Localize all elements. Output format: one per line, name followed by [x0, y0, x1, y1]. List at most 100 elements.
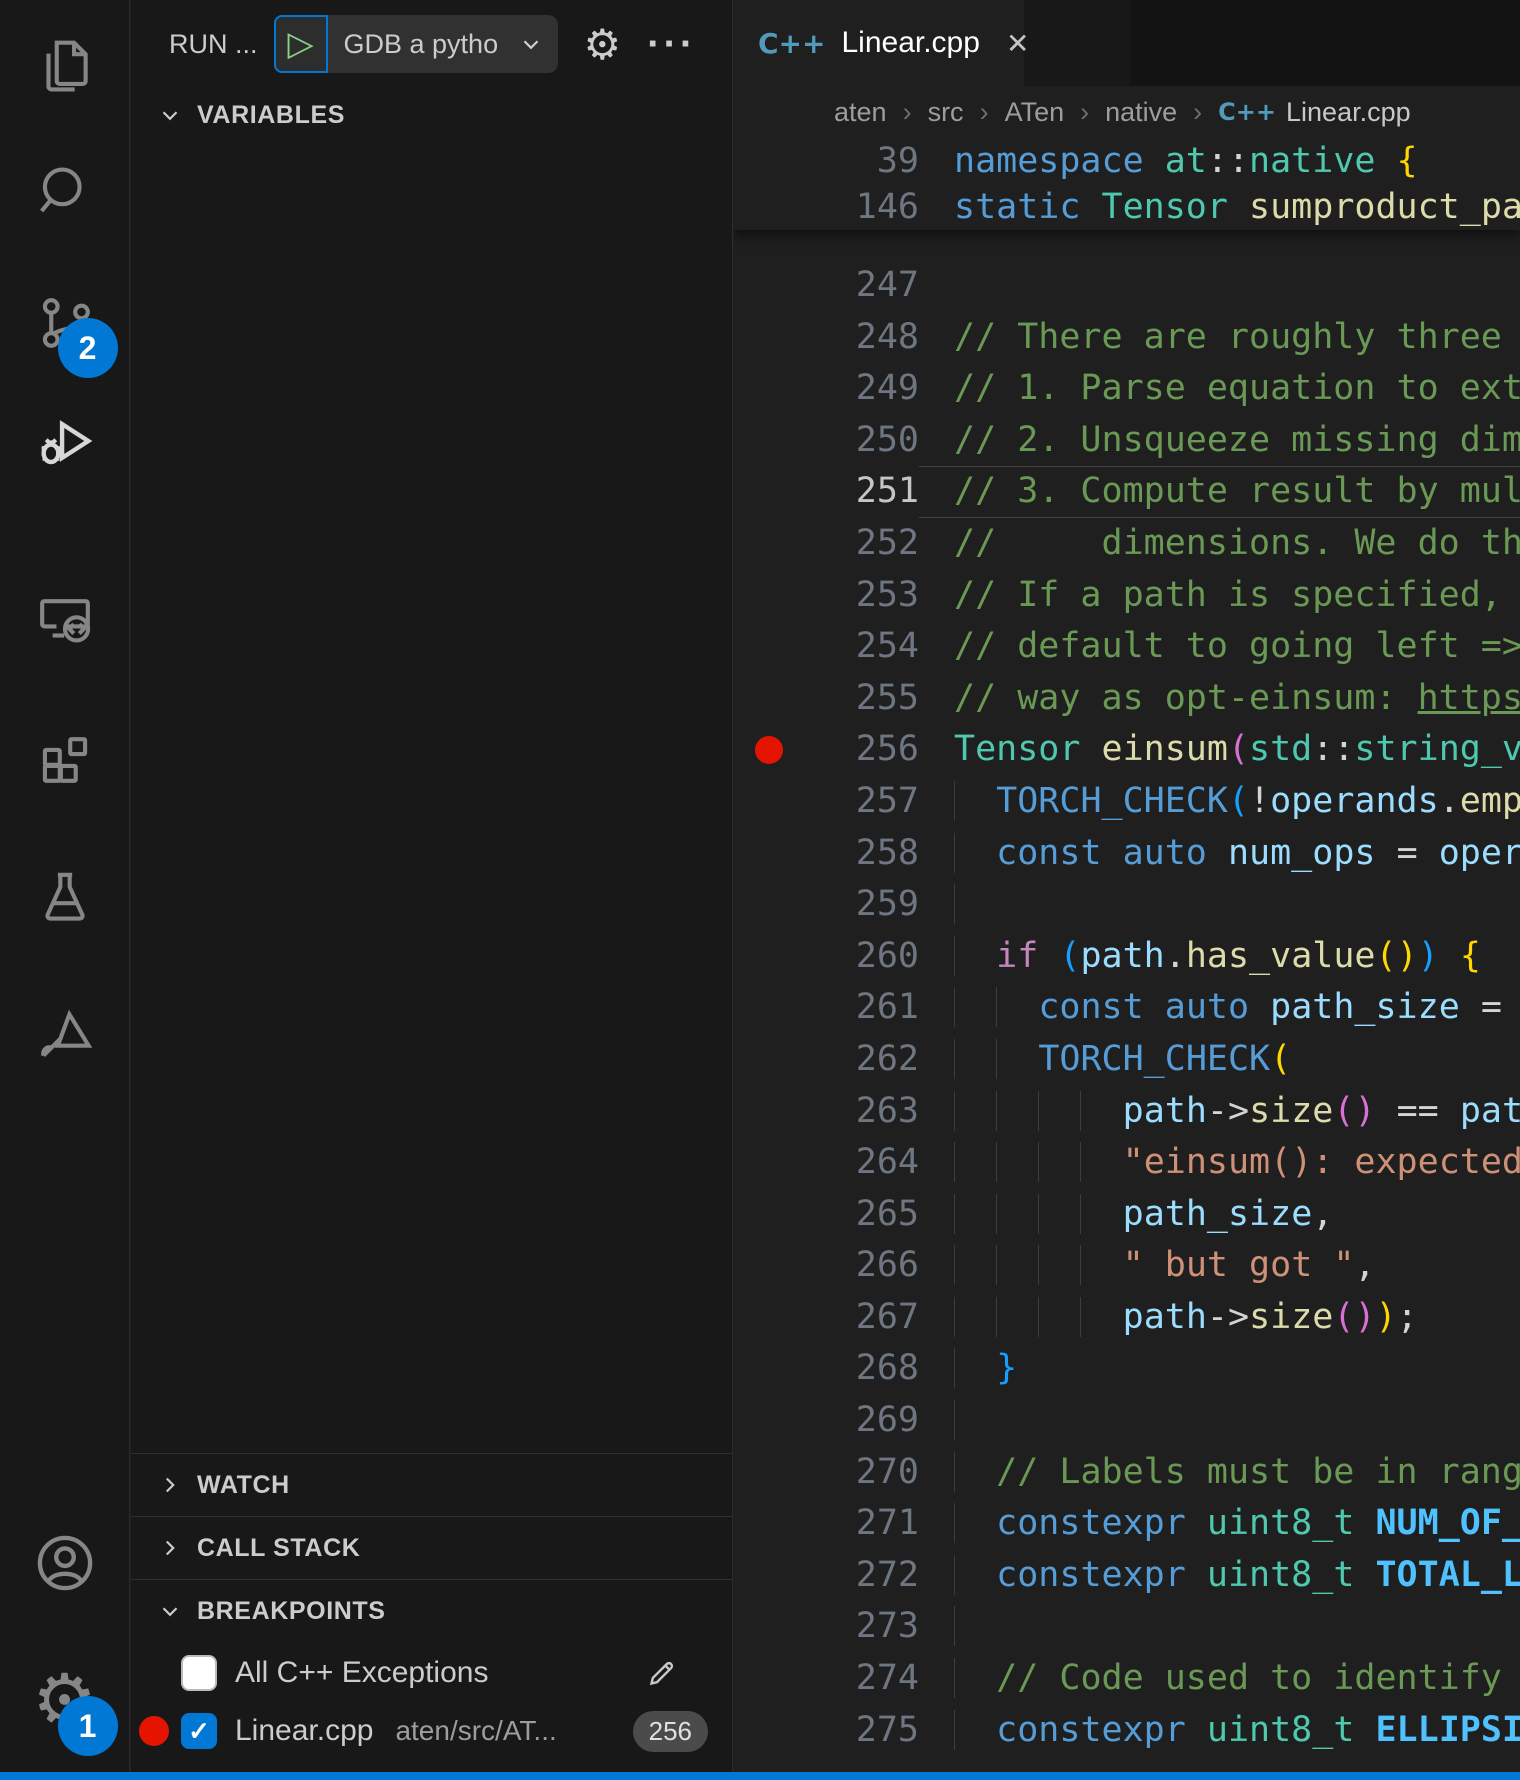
gutter-glyph[interactable]	[734, 138, 804, 184]
gutter-glyph[interactable]	[734, 466, 804, 518]
code-line-267[interactable]: 267 path->size());	[734, 1292, 1520, 1344]
gutter-glyph[interactable]	[734, 931, 804, 983]
code-line-256[interactable]: 256Tensor einsum(std::string_vie	[734, 724, 1520, 776]
gutter-glyph[interactable]	[734, 982, 804, 1034]
code-line-264[interactable]: 264 "einsum(): expected co	[734, 1137, 1520, 1189]
code-line-39[interactable]: 39namespace at::native {	[734, 138, 1520, 184]
gutter-glyph[interactable]	[734, 1034, 804, 1086]
gutter-glyph[interactable]	[734, 1137, 804, 1189]
gutter-glyph[interactable]	[734, 776, 804, 828]
code-text: // Labels must be in range	[919, 1447, 1520, 1499]
sidebar-item-tools[interactable]	[26, 994, 104, 1072]
code-line-255[interactable]: 255// way as opt-einsum: https://	[734, 673, 1520, 725]
debug-config-dropdown[interactable]: GDB a pytho	[328, 15, 558, 73]
call-stack-section-header[interactable]: CALL STACK	[131, 1516, 732, 1579]
accounts-button[interactable]	[26, 1524, 104, 1602]
gutter-glyph[interactable]	[734, 363, 804, 415]
gutter-glyph[interactable]	[734, 1189, 804, 1241]
code-line-272[interactable]: 272 constexpr uint8_t TOTAL_LA	[734, 1550, 1520, 1602]
code-line-269[interactable]: 269	[734, 1395, 1520, 1447]
gutter-glyph[interactable]	[734, 184, 804, 230]
gutter-glyph[interactable]	[734, 1447, 804, 1499]
code-line-265[interactable]: 265 path_size,	[734, 1189, 1520, 1241]
breakpoint-dot	[139, 1716, 169, 1746]
close-icon[interactable]: ✕	[1006, 27, 1029, 60]
more-actions-icon[interactable]: ···	[647, 22, 696, 67]
breakpoint-glyph[interactable]	[734, 724, 804, 776]
gutter-glyph[interactable]	[734, 312, 804, 364]
sidebar-item-explorer[interactable]	[26, 27, 104, 105]
gutter-glyph[interactable]	[734, 879, 804, 931]
line-number: 255	[804, 673, 919, 725]
debug-settings-gear-icon[interactable]: ⚙	[584, 20, 622, 69]
code-line-270[interactable]: 270 // Labels must be in range	[734, 1447, 1520, 1499]
gutter-glyph[interactable]	[734, 415, 804, 467]
code-line-253[interactable]: 253// If a path is specified, we	[734, 570, 1520, 622]
watch-section-header[interactable]: WATCH	[131, 1453, 732, 1516]
line-number: 272	[804, 1550, 919, 1602]
variables-section-header[interactable]: VARIABLES	[131, 88, 732, 142]
settings-button[interactable]: ⚙ 1	[26, 1662, 104, 1740]
code-line-263[interactable]: 263 path->size() == path	[734, 1086, 1520, 1138]
code-line-257[interactable]: 257 TORCH_CHECK(!operands.empty	[734, 776, 1520, 828]
sidebar-item-search[interactable]	[26, 152, 104, 230]
gutter-glyph[interactable]	[734, 1498, 804, 1550]
breakpoint-row-linear[interactable]: ✓ Linear.cpp aten/src/AT... 256	[131, 1702, 732, 1760]
gutter-glyph[interactable]	[734, 1240, 804, 1292]
breakpoint-checkbox[interactable]: ✓	[181, 1713, 217, 1749]
gutter-glyph[interactable]	[734, 1550, 804, 1602]
gutter-glyph[interactable]	[734, 1086, 804, 1138]
breakpoint-row-exceptions[interactable]: All C++ Exceptions	[131, 1644, 732, 1702]
code-line-259[interactable]: 259	[734, 879, 1520, 931]
breadcrumb-item[interactable]: aten	[834, 97, 887, 128]
tab-linear-cpp[interactable]: C++ Linear.cpp ✕	[734, 0, 1024, 86]
gutter-glyph[interactable]	[734, 1601, 804, 1653]
code-line-251[interactable]: 251// 3. Compute result by multi	[734, 466, 1520, 518]
gutter-glyph[interactable]	[734, 1395, 804, 1447]
gutter-glyph[interactable]	[734, 570, 804, 622]
gutter-glyph[interactable]	[734, 621, 804, 673]
breadcrumb-item[interactable]: ATen	[1005, 97, 1065, 128]
gutter-glyph[interactable]	[734, 1705, 804, 1757]
edit-pencil-icon[interactable]	[644, 1655, 680, 1691]
code-area[interactable]: 247248// There are roughly three par249/…	[734, 138, 1520, 1764]
code-line-146[interactable]: 146static Tensor sumproduct_pair(const	[734, 184, 1520, 230]
gutter-glyph[interactable]	[734, 1343, 804, 1395]
sidebar-item-remote-explorer[interactable]	[26, 580, 104, 658]
code-line-248[interactable]: 248// There are roughly three par	[734, 312, 1520, 364]
code-text: // 3. Compute result by multi	[919, 466, 1520, 518]
code-line-271[interactable]: 271 constexpr uint8_t NUM_OF_L	[734, 1498, 1520, 1550]
code-line-273[interactable]: 273	[734, 1601, 1520, 1653]
code-line-266[interactable]: 266 " but got ",	[734, 1240, 1520, 1292]
sidebar-item-testing[interactable]	[26, 857, 104, 935]
breadcrumb-item-file[interactable]: C++Linear.cpp	[1218, 97, 1410, 128]
code-line-262[interactable]: 262 TORCH_CHECK(	[734, 1034, 1520, 1086]
breadcrumb-item[interactable]: native	[1105, 97, 1177, 128]
gutter-glyph[interactable]	[734, 518, 804, 570]
sidebar-item-run-and-debug[interactable]	[26, 402, 104, 480]
code-line-261[interactable]: 261 const auto path_size =	[734, 982, 1520, 1034]
tab-bar-empty-area	[1130, 0, 1520, 86]
gutter-glyph[interactable]	[734, 673, 804, 725]
sidebar-item-extensions[interactable]	[26, 717, 104, 795]
breakpoints-section-header[interactable]: BREAKPOINTS	[131, 1579, 732, 1642]
status-bar[interactable]	[0, 1772, 1520, 1780]
breadcrumb-item[interactable]: src	[928, 97, 964, 128]
code-line-268[interactable]: 268 }	[734, 1343, 1520, 1395]
code-line-274[interactable]: 274 // Code used to identify	[734, 1653, 1520, 1705]
code-line-258[interactable]: 258 const auto num_ops = operand	[734, 828, 1520, 880]
code-line-254[interactable]: 254// default to going left => r	[734, 621, 1520, 673]
sidebar-item-source-control[interactable]: 2	[26, 284, 104, 362]
code-line-247[interactable]: 247	[734, 260, 1520, 312]
code-line-275[interactable]: 275 constexpr uint8_t ELLIPSIS	[734, 1705, 1520, 1757]
code-line-252[interactable]: 252// dimensions. We do the l	[734, 518, 1520, 570]
exception-checkbox[interactable]	[181, 1655, 217, 1691]
code-line-260[interactable]: 260 if (path.has_value()) {	[734, 931, 1520, 983]
start-debug-button[interactable]: ▷	[274, 15, 328, 73]
gutter-glyph[interactable]	[734, 1292, 804, 1344]
gutter-glyph[interactable]	[734, 828, 804, 880]
code-line-249[interactable]: 249// 1. Parse equation to extra	[734, 363, 1520, 415]
gutter-glyph[interactable]	[734, 1653, 804, 1705]
code-line-250[interactable]: 250// 2. Unsqueeze missing dimen	[734, 415, 1520, 467]
gutter-glyph[interactable]	[734, 260, 804, 312]
